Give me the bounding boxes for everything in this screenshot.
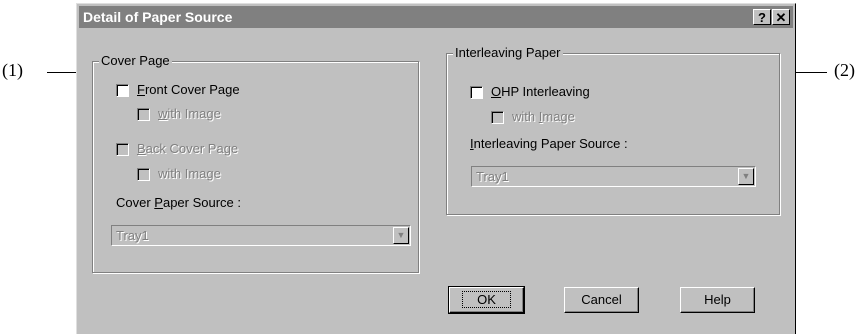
interleaving-legend: Interleaving Paper [453,45,563,61]
callout-2: (2) [834,60,855,80]
close-button[interactable]: ✕ [772,9,790,25]
ohp-interleaving-label[interactable]: OHP Interleaving [491,84,590,100]
chevron-down-icon[interactable]: ▼ [738,168,754,185]
ok-button[interactable]: OK [448,286,525,314]
callout-1: (1) [2,60,23,80]
interleaving-source-label: Interleaving Paper Source : [470,136,628,151]
dialog-title: Detail of Paper Source [83,9,233,25]
interleaving-with-image-label[interactable]: with Image [512,109,575,125]
interleaving-with-image-checkbox[interactable] [491,111,504,124]
cover-page-legend: Cover Page [99,53,172,69]
cancel-button[interactable]: Cancel [564,287,639,313]
back-with-image-checkbox[interactable] [137,168,150,181]
cover-source-select[interactable]: Tray1 ▼ [111,225,411,246]
interleaving-group: Interleaving Paper OHP Interleaving with… [446,45,780,215]
front-cover-checkbox[interactable] [116,84,129,97]
back-with-image-label[interactable]: with Image [158,166,221,182]
title-bar: Detail of Paper Source ? ✕ [79,6,793,28]
chevron-down-icon[interactable]: ▼ [393,227,409,244]
close-icon: ✕ [775,10,787,25]
ohp-interleaving-checkbox[interactable] [470,86,483,99]
cover-source-label: Cover Paper Source : [116,195,242,210]
interleaving-source-select[interactable]: Tray1 ▼ [471,166,756,187]
back-cover-label[interactable]: Back Cover Page [137,141,238,157]
front-cover-label[interactable]: Front Cover Page [137,82,240,98]
help-title-button[interactable]: ? [753,9,771,25]
cover-page-group: Cover Page Front Cover Page with Image B… [92,53,419,273]
back-cover-checkbox[interactable] [116,143,129,156]
front-with-image-label[interactable]: with Image [158,106,221,122]
cover-source-value: Tray1 [116,228,149,243]
help-button[interactable]: Help [680,287,755,313]
interleaving-source-value: Tray1 [476,169,509,184]
paper-source-dialog: Detail of Paper Source ? ✕ Cover Page Fr… [76,3,796,334]
front-with-image-checkbox[interactable] [137,108,150,121]
